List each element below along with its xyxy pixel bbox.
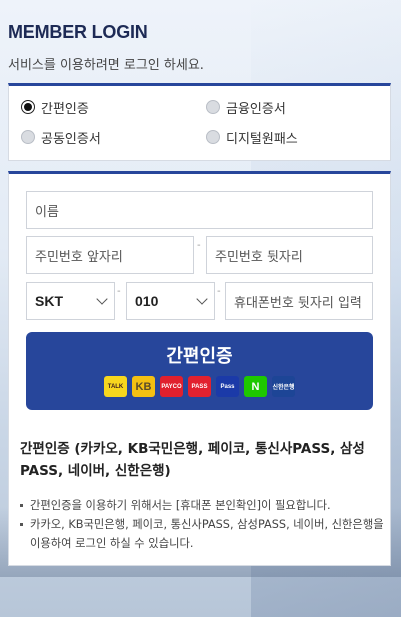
dash-separator: - [217,286,221,297]
login-header: MEMBER LOGIN 서비스를 이용하려면 로그인 하세요. [8,22,204,73]
radio-label: 간편인증 [41,101,89,117]
kakao-talk-icon: TALK [104,376,127,397]
simple-auth-button[interactable]: 간편인증 TALK KB PAYCO PASS Pass N 신한은행 [26,332,373,410]
radio-unselected-icon [206,130,220,144]
page-title: MEMBER LOGIN [8,22,148,42]
radio-unselected-icon [206,100,220,114]
samsung-pass-icon: Pass [216,376,239,397]
provider-logos: TALK KB PAYCO PASS Pass N 신한은행 [104,376,295,397]
page-subtitle: 서비스를 이용하려면 로그인 하세요. [8,58,204,73]
radio-label: 디지털원패스 [226,131,298,147]
dash-separator: - [117,286,121,297]
phone-prefix-select[interactable]: 010 [126,282,215,320]
carrier-value: SKT [35,293,63,309]
kb-bank-icon: KB [132,376,155,397]
shinhan-bank-icon: 신한은행 [272,376,295,397]
list-item: 간편인증을 이용하기 위해서는 [휴대폰 본인확인]이 필요합니다. [20,496,385,515]
simple-auth-label: 간편인증 [166,346,233,367]
dash-separator: - [197,240,201,251]
payco-icon: PAYCO [160,376,183,397]
chevron-down-icon [196,293,208,305]
list-item: 카카오, KB국민은행, 페이코, 통신사PASS, 삼성PASS, 네이버, … [20,515,385,553]
radio-digital-onepass[interactable]: 디지털원패스 [206,127,391,147]
radio-joint-cert[interactable]: 공동인증서 [21,127,206,147]
radio-label: 금융인증서 [226,101,286,117]
login-form: 이름 주민번호 앞자리 - 주민번호 뒷자리 SKT - 010 - 휴대폰번호… [8,171,391,566]
radio-label: 공동인증서 [41,131,101,147]
phone-rest-input[interactable]: 휴대폰번호 뒷자리 입력 [225,282,373,320]
naver-icon: N [244,376,267,397]
pass-icon: PASS [188,376,211,397]
rrn-front-input[interactable]: 주민번호 앞자리 [26,236,194,274]
radio-selected-icon [21,100,35,114]
chevron-down-icon [96,293,108,305]
rrn-back-input[interactable]: 주민번호 뒷자리 [206,236,373,274]
auth-method-selector: 간편인증 금융인증서 공동인증서 디지털원패스 [8,83,391,161]
carrier-select[interactable]: SKT [26,282,115,320]
info-notes: 간편인증을 이용하기 위해서는 [휴대폰 본인확인]이 필요합니다. 카카오, … [20,496,385,553]
phone-prefix-value: 010 [135,293,159,309]
info-title: 간편인증 (카카오, KB국민은행, 페이코, 통신사PASS, 삼성PASS,… [20,441,365,479]
name-input[interactable]: 이름 [26,191,373,229]
radio-unselected-icon [21,130,35,144]
radio-financial-cert[interactable]: 금융인증서 [206,97,391,117]
radio-simple-auth[interactable]: 간편인증 [21,97,206,117]
